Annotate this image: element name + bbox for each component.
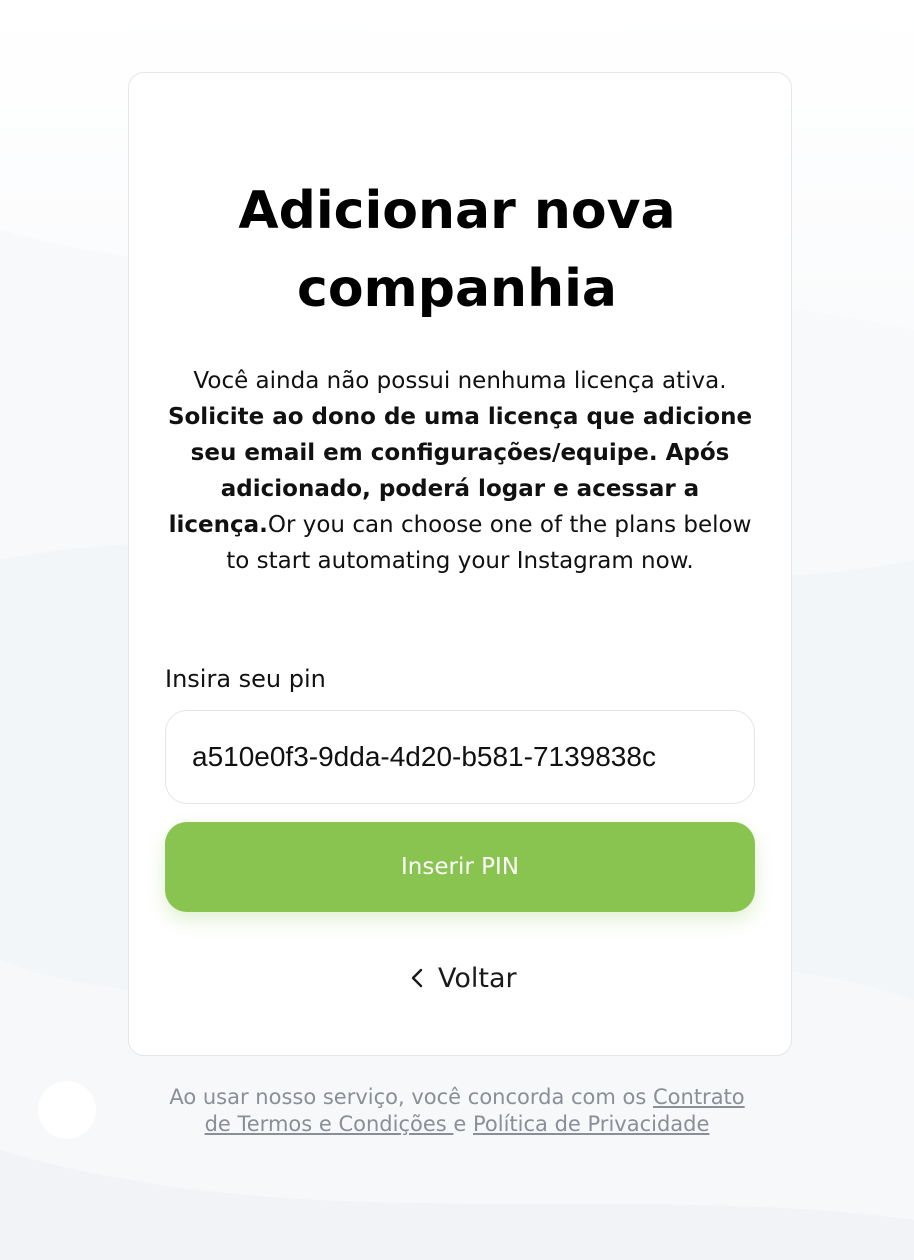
- chat-bubble-icon[interactable]: [38, 1081, 96, 1139]
- terms-connector: e: [453, 1112, 467, 1136]
- insert-pin-button[interactable]: Inserir PIN: [165, 822, 755, 912]
- back-link[interactable]: Voltar: [408, 958, 517, 998]
- pin-input[interactable]: [165, 710, 755, 804]
- privacy-link[interactable]: Política de Privacidade: [473, 1112, 709, 1136]
- back-label: Voltar: [438, 962, 517, 994]
- description-intro: Você ainda não possui nenhuma licença at…: [193, 368, 727, 394]
- description-plans: Or you can choose one of the plans below…: [226, 512, 752, 574]
- license-description: Você ainda não possui nenhuma licença at…: [165, 363, 755, 579]
- terms-notice-text: Ao usar nosso serviço, você concorda com…: [169, 1085, 653, 1109]
- page-title: Adicionar nova companhia: [238, 181, 676, 319]
- terms-notice: Ao usar nosso serviço, você concorda com…: [157, 1084, 757, 1138]
- chevron-left-icon: [411, 968, 423, 988]
- pin-label: Insira seu pin: [165, 665, 326, 693]
